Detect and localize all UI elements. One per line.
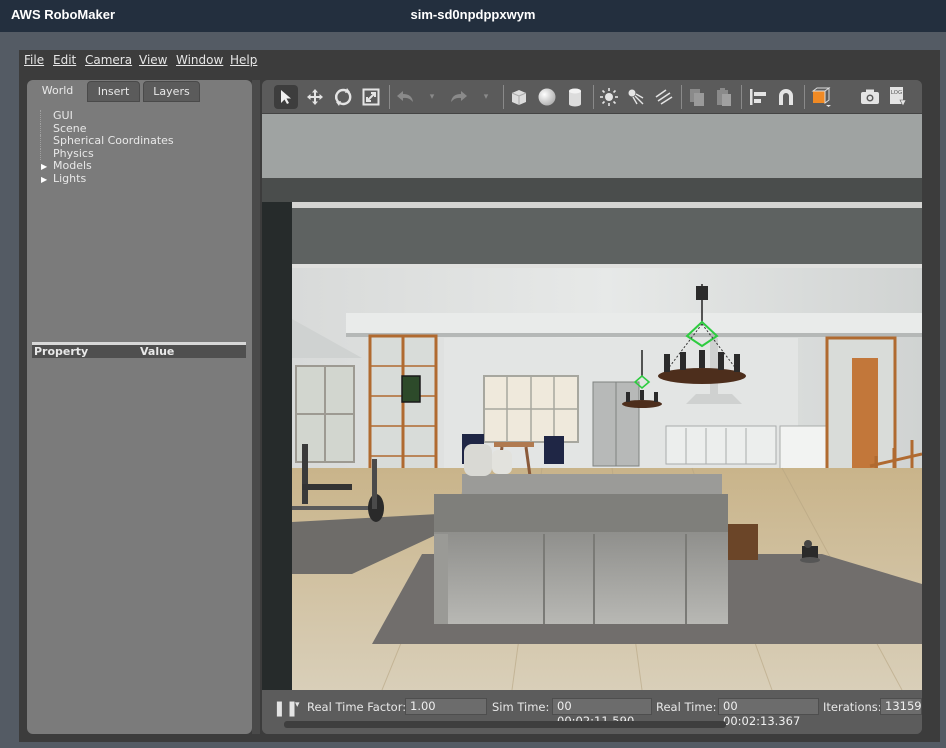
scene-render <box>262 114 922 690</box>
soffit <box>346 313 922 335</box>
spot-light-icon[interactable] <box>624 85 648 109</box>
real-time-label: Real Time: <box>656 700 717 714</box>
menu-edit[interactable]: Edit <box>53 53 76 67</box>
simulation-id: sim-sd0npdppxwym <box>410 7 536 22</box>
side-table <box>728 524 758 560</box>
toolbar-separator <box>681 85 682 109</box>
aws-header: AWS RoboMaker sim-sd0npdppxwym <box>0 0 946 32</box>
tree-branch-line <box>40 135 41 148</box>
select-arrow-icon[interactable] <box>274 85 298 109</box>
ceiling <box>292 208 922 268</box>
expand-arrow-icon[interactable]: ▶ <box>41 161 47 173</box>
step-icon[interactable]: ▾ <box>295 700 300 710</box>
snap-icon[interactable] <box>774 85 798 109</box>
view-angle-icon[interactable] <box>809 85 833 109</box>
wall-painting <box>401 375 421 403</box>
tree-branch-line <box>40 110 41 122</box>
gazebo-window: File Edit Camera View Window Help World … <box>19 50 940 742</box>
beam-edge <box>262 202 922 208</box>
panel-tabs: World Insert Layers <box>27 80 252 102</box>
background <box>262 114 922 178</box>
toolbar-separator <box>503 85 504 109</box>
iterations-label: Iterations: <box>823 700 882 714</box>
menu-bar: File Edit Camera View Window Help <box>19 50 940 72</box>
panel-splitter[interactable] <box>252 80 260 734</box>
toolbar-separator <box>593 85 594 109</box>
sectional-sofa <box>434 494 728 624</box>
world-tree: GUI Scene Spherical Coordinates Physics … <box>33 110 245 186</box>
sphere-icon[interactable] <box>535 85 559 109</box>
property-column-header: Property <box>34 345 89 358</box>
menu-window[interactable]: Window <box>176 53 223 67</box>
tab-layers[interactable]: Layers <box>143 81 200 102</box>
undo-icon[interactable] <box>393 85 417 109</box>
ceiling-trim <box>292 264 922 268</box>
redo-icon[interactable] <box>447 85 471 109</box>
undo-dropdown-icon[interactable]: ▾ <box>420 85 444 109</box>
log-icon[interactable]: LOG <box>886 85 910 109</box>
real-time-value: 00 00:02:13.367 <box>718 698 819 728</box>
align-icon[interactable] <box>746 85 770 109</box>
toolbar: ▾ ▾ LOG <box>262 80 922 114</box>
iterations-value: 13159 <box>880 698 922 715</box>
directional-light-icon[interactable] <box>652 85 676 109</box>
tab-world[interactable]: World <box>30 81 85 102</box>
menu-help[interactable]: Help <box>230 53 257 67</box>
render-panel: ▾ ▾ LOG ❚❚ ▾ Real Time Factor: 1.00 Sim … <box>262 80 922 734</box>
toolbar-separator <box>741 85 742 109</box>
status-bar: ❚❚ ▾ Real Time Factor: 1.00 Sim Time: 00… <box>262 690 922 734</box>
expand-arrow-icon[interactable]: ▶ <box>41 174 47 186</box>
tab-insert[interactable]: Insert <box>87 81 140 102</box>
left-panel: World Insert Layers GUI Scene Spherical … <box>27 80 252 734</box>
toolbar-separator <box>804 85 805 109</box>
property-table-header: Property Value <box>32 342 246 358</box>
point-light-icon[interactable] <box>597 85 621 109</box>
toolbar-separator <box>389 85 390 109</box>
rtf-label: Real Time Factor: <box>307 700 407 714</box>
log-label: LOG <box>891 90 902 96</box>
rotate-icon[interactable] <box>331 85 355 109</box>
sim-time-value: 00 00:02:11.590 <box>552 698 652 728</box>
tree-item-lights[interactable]: ▶ Lights <box>33 172 245 186</box>
box-icon[interactable] <box>507 85 531 109</box>
scale-icon[interactable] <box>359 85 383 109</box>
redo-dropdown-icon[interactable]: ▾ <box>474 85 498 109</box>
menu-camera[interactable]: Camera <box>85 53 132 67</box>
value-column-header: Value <box>140 345 175 358</box>
copy-icon[interactable] <box>685 85 709 109</box>
menu-file[interactable]: File <box>24 53 44 67</box>
tree-branch-line <box>40 147 41 160</box>
horizontal-scrollbar[interactable] <box>284 721 726 728</box>
cylinder-icon[interactable] <box>563 85 587 109</box>
paste-icon[interactable] <box>712 85 736 109</box>
rtf-value: 1.00 <box>405 698 487 715</box>
tree-branch-line <box>40 122 41 135</box>
left-column <box>262 202 292 690</box>
3d-viewport[interactable] <box>262 114 922 690</box>
sim-time-label: Sim Time: <box>492 700 550 714</box>
ceiling-beam <box>262 178 922 202</box>
screenshot-icon[interactable] <box>858 85 882 109</box>
kitchen-cabinets <box>665 425 777 465</box>
translate-icon[interactable] <box>303 85 327 109</box>
menu-view[interactable]: View <box>139 53 167 67</box>
